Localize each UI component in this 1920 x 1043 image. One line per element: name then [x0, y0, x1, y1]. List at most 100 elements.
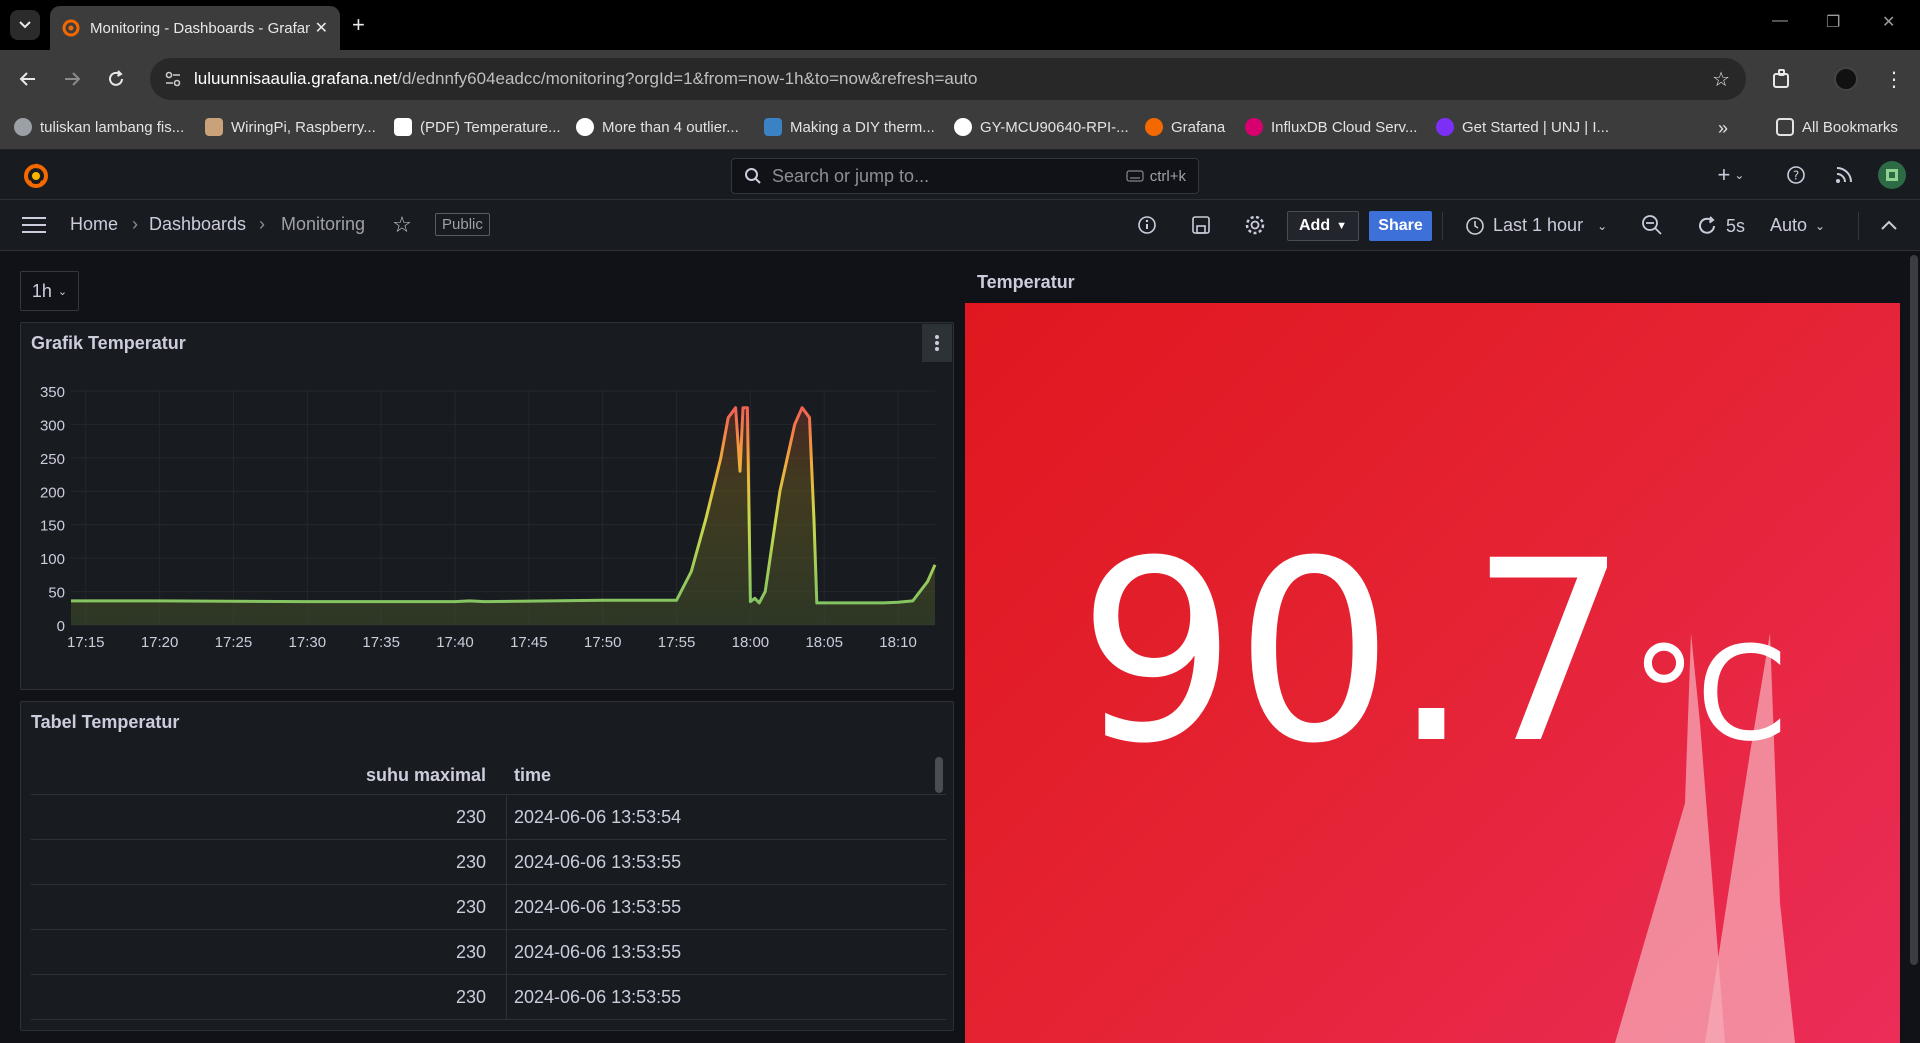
y-tick-label: 350	[40, 384, 65, 401]
clock-icon	[1466, 216, 1484, 235]
cell-time: 2024-06-06 13:53:54	[514, 807, 682, 827]
dashboard-content: 1h ⌄ Grafik Temperatur 0 50 100 150 200 250 300…	[0, 251, 1920, 1043]
graph-panel[interactable]: Grafik Temperatur 0 50 100 150 200 250 300 350 1…	[20, 322, 954, 690]
cell-time: 2024-06-06 13:53:55	[514, 942, 682, 962]
breadcrumb-current: Monitoring	[281, 214, 366, 234]
more-bookmarks-icon[interactable]: »	[1718, 118, 1728, 139]
favorite-star-icon[interactable]: ☆	[390, 212, 414, 237]
bookmark-item[interactable]: Grafana	[1145, 118, 1225, 136]
bookmark-item[interactable]: More than 4 outlier...	[576, 118, 739, 136]
table-panel: Tabel Temperatur suhu maximal time 230 20…	[20, 701, 954, 1031]
cell-suhu-maximal: 230	[455, 942, 486, 962]
restore-button[interactable]: ❐	[1826, 12, 1840, 32]
extensions-button[interactable]	[1768, 65, 1796, 93]
news-rss-icon[interactable]	[1832, 163, 1856, 187]
grafana-icon	[1145, 118, 1163, 136]
researchgate-icon	[394, 118, 412, 136]
reload-button[interactable]	[102, 65, 130, 93]
new-tab-button[interactable]: +	[352, 12, 365, 38]
bookmark-item[interactable]: WiringPi, Raspberry...	[205, 118, 376, 136]
x-tick-label: 17:25	[215, 634, 253, 651]
share-button[interactable]: Share	[1369, 211, 1432, 241]
browser-menu-icon[interactable]: ⋮	[1880, 65, 1908, 93]
refresh-button[interactable]: 5s	[1696, 215, 1745, 237]
browser-tab-active[interactable]: Monitoring - Dashboards - Grafana ✕	[50, 6, 340, 50]
panel-title: Temperatur	[977, 272, 1075, 292]
cell-suhu-maximal: 230	[455, 852, 486, 872]
refresh-interval-picker[interactable]: Auto ⌄	[1770, 215, 1825, 236]
user-avatar[interactable]	[1878, 161, 1906, 189]
bookmark-item[interactable]: Get Started | UNJ | I...	[1436, 118, 1609, 136]
cell-time: 2024-06-06 13:53:55	[514, 897, 682, 917]
minimize-button[interactable]: —	[1772, 12, 1788, 30]
column-divider	[506, 930, 507, 974]
profile-avatar[interactable]	[1832, 65, 1860, 93]
stat-unit: °C	[1631, 618, 1788, 770]
refresh-icon	[1699, 216, 1715, 234]
y-tick-label: 250	[40, 451, 65, 468]
help-icon[interactable]: ?	[1784, 163, 1808, 187]
bookmark-item[interactable]: InfluxDB Cloud Serv...	[1245, 118, 1417, 136]
x-tick-label: 17:20	[141, 634, 179, 651]
reload-icon	[109, 70, 123, 86]
zoom-out-icon[interactable]	[1640, 213, 1664, 237]
bookmark-star-icon[interactable]: ☆	[1712, 67, 1730, 92]
all-bookmarks[interactable]: All Bookmarks	[1776, 118, 1898, 136]
y-tick-label: 300	[40, 417, 65, 434]
bookmark-item[interactable]: (PDF) Temperature...	[394, 118, 561, 136]
x-tick-label: 17:40	[436, 634, 474, 651]
menu-hamburger-icon[interactable]	[22, 213, 46, 237]
settings-gear-icon[interactable]	[1243, 213, 1267, 237]
add-button[interactable]: Add ▼	[1287, 211, 1359, 241]
back-button[interactable]	[14, 65, 42, 93]
column-header-suhu[interactable]: suhu maximal	[366, 765, 486, 786]
address-bar[interactable]: luluunnisaaulia.grafana.net/d/ednnfy604e…	[150, 58, 1746, 100]
interval-variable-select[interactable]: 1h ⌄	[20, 271, 79, 311]
collapse-chevron-up-icon[interactable]	[1877, 213, 1901, 237]
tab-search-button[interactable]	[10, 10, 40, 40]
table-header: suhu maximal time	[31, 757, 946, 795]
panel-menu-icon[interactable]	[922, 324, 952, 362]
raspberry-icon	[205, 118, 223, 136]
browser-tabstrip: Monitoring - Dashboards - Grafana ✕ + — …	[0, 0, 1920, 50]
chevron-down-icon: ⌄	[57, 285, 68, 298]
x-tick-label: 18:00	[732, 634, 770, 651]
forward-button[interactable]	[58, 65, 86, 93]
search-icon	[745, 168, 761, 184]
time-range-picker[interactable]: Last 1 hour ⌄	[1465, 215, 1607, 236]
tab-close-icon[interactable]: ✕	[315, 18, 328, 38]
y-tick-label: 50	[48, 585, 65, 602]
bookmark-item[interactable]: Making a DIY therm...	[764, 118, 935, 136]
grafana-logo-icon[interactable]	[22, 162, 50, 190]
bookmark-item[interactable]: GY-MCU90640-RPI-...	[954, 118, 1129, 136]
breadcrumb-home[interactable]: Home	[70, 214, 118, 235]
save-dashboard-icon[interactable]	[1189, 213, 1213, 237]
search-placeholder: Search or jump to...	[772, 165, 930, 186]
chevron-down-icon: ⌄	[1597, 218, 1608, 233]
globe-icon	[14, 118, 32, 136]
svg-text:?: ?	[1793, 169, 1799, 183]
table-scrollbar[interactable]	[935, 757, 943, 793]
search-input[interactable]: Search or jump to... ctrl+k	[731, 158, 1199, 194]
stat-panel[interactable]: Temperatur 90.7 °C	[965, 262, 1900, 1043]
cell-suhu-maximal: 230	[455, 987, 486, 1007]
grafana-topbar: Search or jump to... ctrl+k + ⌄ ?	[0, 150, 1920, 200]
x-tick-label: 17:45	[510, 634, 548, 651]
bookmark-item[interactable]: tuliskan lambang fis...	[14, 118, 184, 136]
instructables-icon	[764, 118, 782, 136]
x-tick-label: 18:10	[879, 634, 917, 651]
temperature-line-chart[interactable]: 0 50 100 150 200 250 300 350 17:15 17:20 17:25 17:3…	[21, 363, 953, 689]
close-window-button[interactable]: ✕	[1882, 12, 1895, 32]
new-button[interactable]: + ⌄	[1710, 162, 1752, 187]
column-divider	[506, 795, 507, 839]
page-scrollbar[interactable]	[1910, 255, 1918, 965]
dashboard-info-icon[interactable]	[1135, 213, 1159, 237]
breadcrumb-dashboards[interactable]: Dashboards	[149, 214, 246, 235]
table-row: 230 2024-06-06 13:53:55	[31, 975, 946, 1020]
cell-time: 2024-06-06 13:53:55	[514, 852, 682, 872]
column-header-time[interactable]: time	[514, 765, 551, 786]
y-tick-label: 200	[40, 484, 65, 501]
site-info-icon[interactable]	[164, 70, 182, 88]
arrow-left-icon	[19, 72, 35, 86]
chevron-down-icon: ⌄	[1815, 218, 1826, 233]
